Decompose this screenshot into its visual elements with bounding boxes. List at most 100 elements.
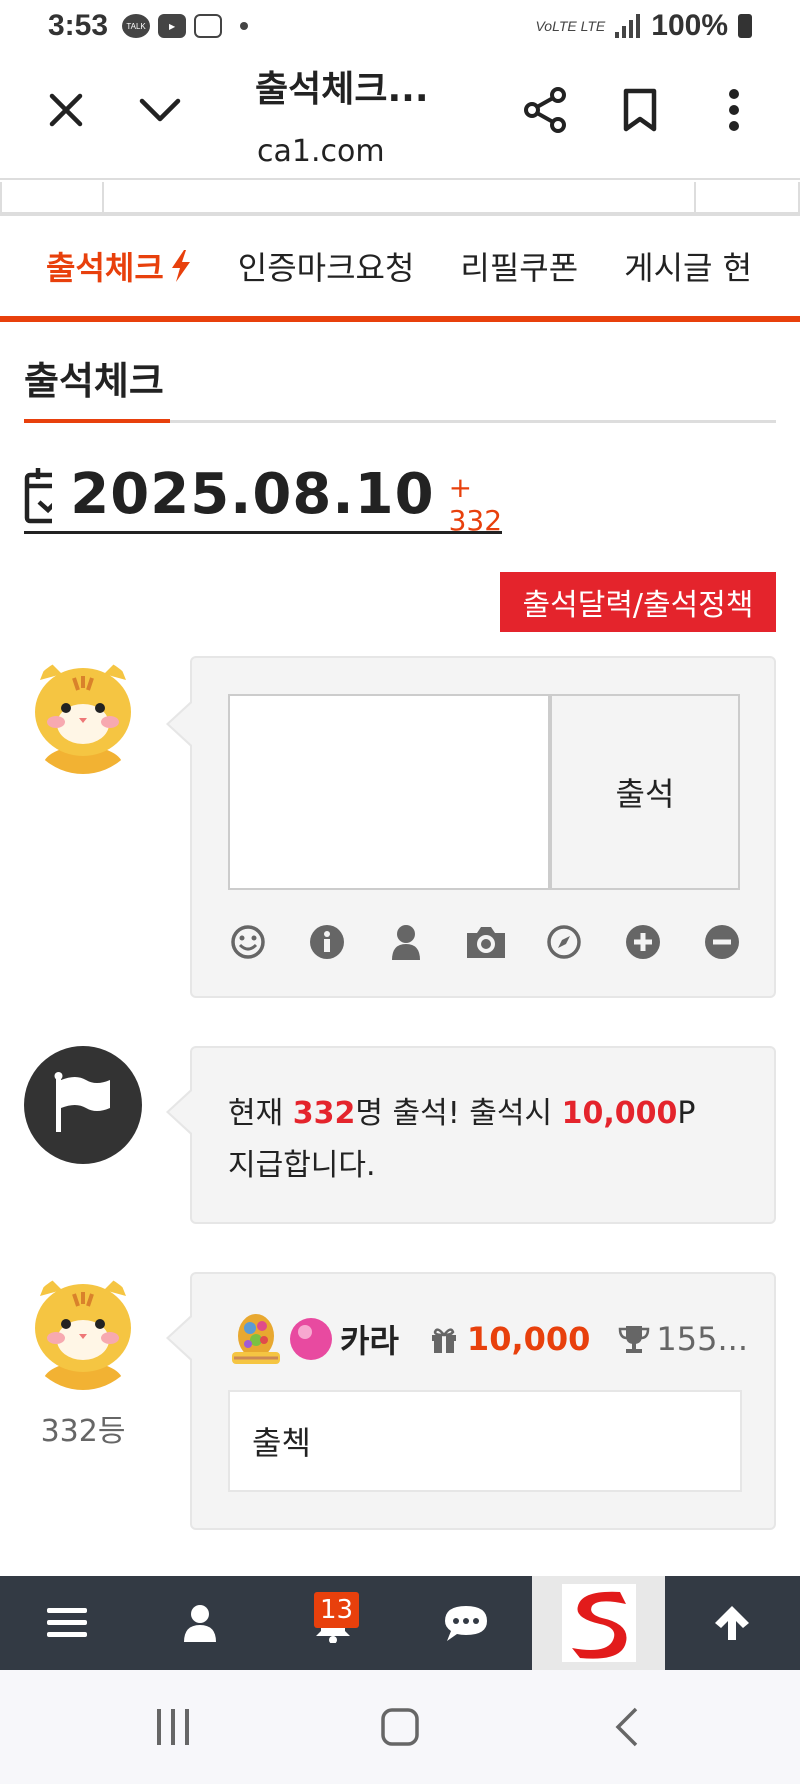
- compass-icon: [547, 925, 581, 959]
- scroll-top-button[interactable]: [665, 1576, 798, 1670]
- home-button[interactable]: [360, 1697, 440, 1757]
- tab-posts[interactable]: 게시글 현: [624, 243, 752, 289]
- entry-comment: 출첵: [228, 1390, 742, 1492]
- level-badge-icon: [232, 1314, 280, 1364]
- menu-icon: [46, 1608, 87, 1637]
- user-button[interactable]: [386, 922, 426, 962]
- chat-icon: [444, 1606, 487, 1641]
- more-menu-button[interactable]: [704, 80, 764, 140]
- lightning-icon: [171, 250, 190, 282]
- date-row: 2025.08.10 + 332: [24, 458, 502, 537]
- bookmark-icon: [623, 88, 657, 132]
- tab-refill-coupon[interactable]: 리필쿠폰: [460, 243, 578, 289]
- share-button[interactable]: [515, 80, 575, 140]
- smile-icon: [231, 925, 265, 959]
- recent-apps-icon: [157, 1709, 190, 1745]
- talk-notification-icon: TALK: [122, 14, 151, 38]
- shrink-button[interactable]: [702, 922, 742, 962]
- arrow-up-icon: [714, 1606, 749, 1640]
- chevron-down-icon: [139, 98, 181, 122]
- entry-points: 10,000: [429, 1320, 590, 1358]
- battery-percent: 100%: [651, 9, 728, 42]
- form-toolbar: [228, 922, 742, 962]
- attendance-notice: 현재 332명 출석! 출석시 10,000P 지급합니다.: [228, 1088, 728, 1192]
- collapse-button[interactable]: [130, 80, 190, 140]
- header-cell-middle: [104, 182, 694, 214]
- attendance-comment-input[interactable]: [228, 694, 550, 890]
- signal-icon: [615, 14, 641, 38]
- calendar-check-icon: [24, 467, 53, 523]
- flag-icon: [54, 1072, 110, 1132]
- minus-circle-icon: [705, 925, 739, 959]
- notice-points: 10,000: [561, 1096, 678, 1131]
- back-button[interactable]: [587, 1697, 667, 1757]
- avatar: [24, 1272, 142, 1390]
- profile-button[interactable]: [133, 1576, 266, 1670]
- back-icon: [615, 1707, 637, 1747]
- attendance-submit-button[interactable]: 출석: [550, 694, 740, 890]
- info-icon: [310, 925, 344, 959]
- avatar: [24, 656, 142, 774]
- notice-count: 332: [292, 1096, 356, 1131]
- recent-apps-button[interactable]: [133, 1697, 213, 1757]
- tiger-avatar-icon: [24, 656, 142, 774]
- youtube-notification-icon: ▶: [158, 14, 187, 38]
- candy-badge-icon: [289, 1318, 332, 1360]
- entry-points-value: 10,000: [466, 1320, 591, 1358]
- entry-username[interactable]: 카라: [340, 1316, 399, 1362]
- emoticon-button[interactable]: [228, 922, 268, 962]
- site-logo-icon: [561, 1584, 636, 1662]
- status-bar: 3:53 TALK ▶ VoLTE LTE 100%: [0, 0, 800, 52]
- category-tabs: 출석체크 인증마크요청 리필쿠폰 게시글 현: [0, 216, 800, 322]
- tab-label: 리필쿠폰: [460, 249, 579, 287]
- notice-panel: 현재 332명 출석! 출석시 10,000P 지급합니다.: [166, 1046, 776, 1224]
- location-button[interactable]: [544, 922, 584, 962]
- site-logo-button[interactable]: [532, 1576, 665, 1670]
- section-divider-accent: [24, 419, 170, 423]
- tab-label: 인증마크요청: [237, 249, 415, 287]
- header-cell-left: [0, 182, 104, 214]
- camera-button[interactable]: [465, 922, 505, 962]
- notice-middle: 명 출석! 출석시: [355, 1096, 562, 1131]
- entry-user-row: 카라 10,000 155...: [228, 1310, 748, 1368]
- more-vertical-icon: [729, 89, 739, 131]
- user-icon: [183, 1605, 216, 1642]
- bottom-app-nav: 13: [0, 1576, 800, 1670]
- status-time: 3:53: [48, 9, 109, 42]
- menu-button[interactable]: [0, 1576, 133, 1670]
- site-header-strip: [0, 182, 800, 216]
- header-cell-right: [694, 182, 800, 214]
- camera-icon: [467, 927, 505, 958]
- entry-trophy: 155...: [618, 1320, 748, 1358]
- system-navigation-bar: [0, 1670, 800, 1784]
- calendar-policy-button[interactable]: 출석달력/출석정책: [500, 572, 776, 632]
- expand-button[interactable]: [623, 922, 663, 962]
- page-url[interactable]: ca1.com: [257, 134, 385, 169]
- info-button[interactable]: [307, 922, 347, 962]
- notice-prefix: 현재: [228, 1096, 293, 1131]
- chat-button[interactable]: [399, 1576, 532, 1670]
- network-indicator: VoLTE LTE: [535, 18, 606, 34]
- tiger-avatar-icon: [24, 1272, 142, 1390]
- page-title: 출석체크...: [255, 69, 429, 110]
- plus-circle-icon: [626, 925, 660, 959]
- attendance-form-panel: 출석: [166, 656, 776, 998]
- battery-icon: [738, 14, 752, 38]
- close-icon: [49, 93, 83, 127]
- entry-trophy-value: 155...: [656, 1320, 748, 1358]
- attendance-date: 2025.08.10: [70, 462, 435, 527]
- home-icon: [381, 1708, 419, 1746]
- attendance-entry: 카라 10,000 155... 출첵: [166, 1272, 776, 1530]
- tab-attendance[interactable]: 출석체크: [46, 243, 192, 289]
- trophy-icon: [619, 1326, 650, 1353]
- tab-certification[interactable]: 인증마크요청: [238, 243, 415, 289]
- tab-label: 게시글 현: [624, 249, 753, 287]
- browser-toolbar: 출석체크... ca1.com: [0, 52, 800, 180]
- notifications-button[interactable]: 13: [266, 1576, 399, 1670]
- user-icon: [392, 925, 420, 960]
- share-icon: [524, 87, 566, 133]
- bookmark-button[interactable]: [610, 80, 670, 140]
- notice-avatar: [24, 1046, 142, 1164]
- close-button[interactable]: [36, 80, 96, 140]
- more-notifications-dot: [240, 22, 249, 30]
